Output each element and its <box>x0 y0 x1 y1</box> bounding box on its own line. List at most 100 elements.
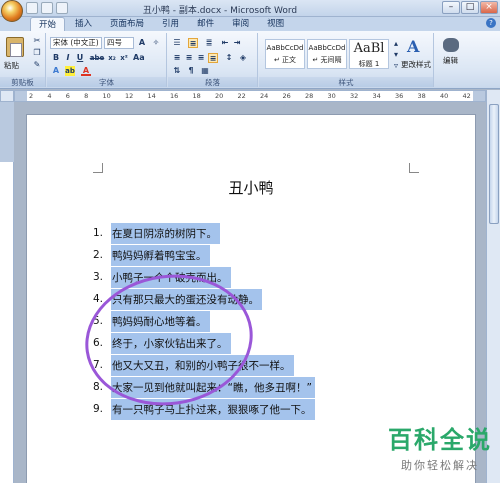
copy-icon[interactable]: ❐ <box>32 48 42 58</box>
styles-more-icon[interactable]: ▿ <box>391 61 401 71</box>
justify-icon[interactable]: ≡ <box>208 53 218 63</box>
tab-mailings[interactable]: 邮件 <box>189 17 222 31</box>
maximize-button[interactable]: □ <box>461 1 479 14</box>
watermark-subtitle: 助你轻松解决 <box>401 459 479 472</box>
cut-icon[interactable]: ✂ <box>32 36 42 46</box>
find-icon[interactable] <box>443 38 459 52</box>
vertical-ruler[interactable] <box>0 102 14 483</box>
style-normal-name: ↵ 正文 <box>273 56 297 64</box>
styles-scroll-down-icon[interactable]: ▾ <box>391 50 401 60</box>
document-title[interactable]: 丑小鸭 <box>27 177 475 198</box>
minimize-button[interactable]: – <box>442 1 460 14</box>
clipboard-group-label: 剪贴板 <box>0 77 45 87</box>
tab-page-layout[interactable]: 页面布局 <box>102 17 152 31</box>
styles-scroll-up-icon[interactable]: ▴ <box>391 39 401 49</box>
ruler-tick: 26 <box>282 92 291 100</box>
increase-indent-icon[interactable]: ⇥ <box>232 38 242 48</box>
help-icon[interactable]: ? <box>486 18 496 28</box>
borders-icon[interactable]: ▦ <box>200 66 210 76</box>
tab-review[interactable]: 审阅 <box>224 17 257 31</box>
ruler-tick: 22 <box>237 92 246 100</box>
align-right-icon[interactable]: ≡ <box>196 53 206 63</box>
align-center-icon[interactable]: ≡ <box>184 53 194 63</box>
ruler-tick: 42 <box>462 92 471 100</box>
style-normal[interactable]: AaBbCcDd ↵ 正文 <box>265 39 305 69</box>
subscript-button[interactable]: x₂ <box>107 53 117 63</box>
ruler-tick: 6 <box>65 92 70 100</box>
close-button[interactable]: × <box>480 1 498 14</box>
line-spacing-icon[interactable]: ↕ <box>224 53 234 63</box>
ruler-tick: 20 <box>214 92 224 100</box>
ruler-tick: 28 <box>304 92 314 100</box>
change-styles-label[interactable]: 更改样式 <box>401 59 435 70</box>
paste-icon[interactable] <box>6 37 24 57</box>
style-heading-1-sample: AaBl <box>353 41 385 56</box>
style-normal-sample: AaBbCcDd <box>266 44 304 52</box>
scrollbar-thumb[interactable] <box>489 104 499 224</box>
grow-font-icon[interactable]: A <box>137 38 147 48</box>
ruler-ticks: 2 4 6 8 10 12 14 16 18 20 22 24 26 28 30 32 34 36 38 40 42 <box>29 92 471 100</box>
tab-home[interactable]: 开始 <box>30 17 66 31</box>
ruler-tick: 34 <box>372 92 381 100</box>
ruler-tick: 12 <box>124 92 134 100</box>
tab-view[interactable]: 视图 <box>259 17 292 31</box>
strikethrough-button[interactable]: abe <box>89 53 105 63</box>
align-left-icon[interactable]: ≡ <box>172 53 182 63</box>
office-button[interactable] <box>1 0 23 22</box>
list-item-text[interactable]: 在夏日阴凉的树阴下。 <box>111 222 220 244</box>
text-effect-icon[interactable]: A <box>51 66 61 76</box>
change-case-icon[interactable]: Aa <box>133 53 145 63</box>
ruler-tick: 10 <box>102 92 111 100</box>
superscript-button[interactable]: x² <box>119 53 129 63</box>
ruler-toggle[interactable] <box>0 90 14 102</box>
ruler-tick: 14 <box>147 92 156 100</box>
multilevel-list-icon[interactable]: ≣ <box>204 38 214 48</box>
font-group-label: 字体 <box>47 77 166 87</box>
margin-corner-top-right <box>409 163 419 173</box>
format-painter-icon[interactable]: ✎ <box>32 60 42 70</box>
paste-button-label[interactable]: 粘贴 <box>4 60 19 71</box>
window-title: 丑小鸭 - 副本.docx - Microsoft Word <box>142 6 298 16</box>
clipboard-group: 粘贴 ✂ ❐ ✎ 剪贴板 <box>0 33 46 87</box>
style-no-spacing[interactable]: AaBbCcDd ↵ 无间隔 <box>307 39 347 69</box>
numbering-icon[interactable]: ≡ <box>188 38 198 48</box>
title-bar: 丑小鸭 - 副本.docx - Microsoft Word – □ × <box>0 0 500 22</box>
ruler-tick: 36 <box>394 92 404 100</box>
editing-label[interactable]: 编辑 <box>443 55 458 66</box>
show-marks-icon[interactable]: ¶ <box>186 66 196 76</box>
list-item-number: 9. <box>93 403 104 415</box>
bold-button[interactable]: B <box>51 53 61 63</box>
style-no-spacing-sample: AaBbCcDd <box>308 44 346 52</box>
horizontal-ruler[interactable]: 2 4 6 8 10 12 14 16 18 20 22 24 26 28 30 32 34 36 38 40 42 <box>14 90 486 102</box>
font-color-button[interactable]: A <box>81 66 91 76</box>
change-styles-icon[interactable]: A <box>407 37 419 56</box>
shading-icon[interactable]: ◈ <box>238 53 248 63</box>
list-item[interactable]: 1. 在夏日阴凉的树阴下。 <box>93 222 393 244</box>
italic-button[interactable]: I <box>63 53 73 63</box>
margin-corner-top-left <box>93 163 103 173</box>
decrease-indent-icon[interactable]: ⇤ <box>220 38 230 48</box>
list-item-text[interactable]: 鸭妈妈孵着鸭宝宝。 <box>111 244 210 266</box>
font-group: 宋体 (中文正) 四号 A ✧ B I U abe x₂ x² Aa A ab … <box>47 33 167 87</box>
style-heading-1[interactable]: AaBl 标题 1 <box>349 39 389 69</box>
watermark-title: 百科全说 <box>388 426 492 454</box>
clear-format-icon[interactable]: ✧ <box>151 38 161 48</box>
bullets-icon[interactable]: ☰ <box>172 38 182 48</box>
tab-references[interactable]: 引用 <box>154 17 187 31</box>
ruler-tick: 18 <box>192 92 201 100</box>
ruler-tick: 8 <box>84 92 89 100</box>
font-size-select[interactable]: 四号 <box>104 37 134 49</box>
ruler-margin-left <box>15 91 27 101</box>
sort-icon[interactable]: ⇅ <box>172 66 182 76</box>
ruler-tick: 2 <box>29 92 34 100</box>
list-item[interactable]: 2. 鸭妈妈孵着鸭宝宝。 <box>93 244 393 266</box>
ruler-tick: 32 <box>349 92 359 100</box>
underline-button[interactable]: U <box>75 53 85 63</box>
paragraph-group-label: 段落 <box>168 77 257 87</box>
highlight-button[interactable]: ab <box>65 66 75 76</box>
ruler-tick: 16 <box>169 92 179 100</box>
font-name-select[interactable]: 宋体 (中文正) <box>50 37 102 49</box>
list-item-number: 2. <box>93 249 104 261</box>
watermark: 百科全说 助你轻松解决 <box>388 420 492 473</box>
tab-insert[interactable]: 插入 <box>67 17 100 31</box>
